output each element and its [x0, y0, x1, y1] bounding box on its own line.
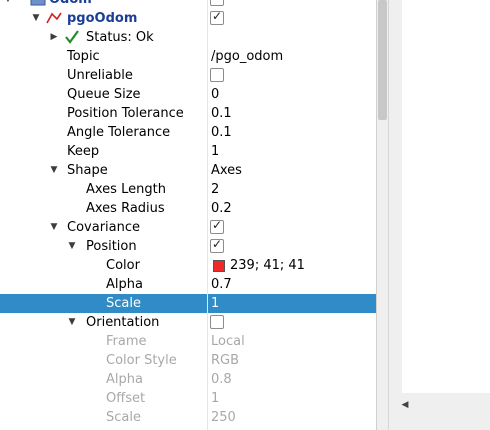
expand-arrow-icon[interactable]: ▼: [30, 9, 42, 28]
angle-tolerance-value[interactable]: 0.1: [211, 123, 232, 142]
axes-radius-value[interactable]: 0.2: [211, 199, 232, 218]
color-value[interactable]: 239; 41; 41: [230, 256, 305, 275]
keep-value[interactable]: 1: [211, 142, 219, 161]
property-name: Orientation: [86, 315, 160, 330]
pgoodom-enabled-checkbox[interactable]: ✓: [210, 9, 224, 25]
property-name: Position Tolerance: [67, 106, 184, 121]
tree-row-ori-color-style: Color Style RGB: [0, 351, 376, 370]
checkmark-icon: ✓: [211, 0, 223, 4]
tree-row-position-tolerance[interactable]: Position Tolerance 0.1: [0, 104, 376, 123]
tree-row-keep[interactable]: Keep 1: [0, 142, 376, 161]
property-name: Keep: [67, 144, 100, 159]
tree-row-ori-frame: Frame Local: [0, 332, 376, 351]
tree-row-pos-scale[interactable]: Scale 1: [0, 294, 376, 313]
tree-row-axes-length[interactable]: Axes Length 2: [0, 180, 376, 199]
status-label: Status: Ok: [86, 30, 154, 45]
tree-row-status[interactable]: ▶ Status: Ok: [0, 28, 376, 47]
position-tolerance-value[interactable]: 0.1: [211, 104, 232, 123]
property-name: Scale: [106, 296, 141, 311]
topic-value[interactable]: /pgo_odom: [211, 47, 283, 66]
checkmark-icon: ✓: [211, 237, 223, 251]
property-name: Alpha: [106, 277, 143, 292]
property-name: Axes Length: [86, 182, 166, 197]
color-style-value: RGB: [211, 353, 240, 368]
tree-row-axes-radius[interactable]: Axes Radius 0.2: [0, 199, 376, 218]
vertical-scrollbar[interactable]: [376, 0, 388, 430]
alpha-value[interactable]: 0.7: [211, 275, 232, 294]
expand-arrow-icon[interactable]: ▼: [66, 313, 78, 332]
collapsed-arrow-icon[interactable]: ▶: [48, 28, 60, 47]
column-divider[interactable]: [207, 0, 208, 430]
display-name-pgoodom: pgoOdom: [67, 11, 138, 26]
property-name: Queue Size: [67, 87, 141, 102]
tree-row-ori-scale: Scale 250: [0, 408, 376, 427]
tree-row-shape[interactable]: ▼ Shape Axes: [0, 161, 376, 180]
unreliable-checkbox[interactable]: [210, 68, 224, 82]
property-name: Alpha: [106, 372, 143, 387]
orientation-checkbox[interactable]: [210, 315, 224, 329]
tree-row-pgoodom[interactable]: ▼ pgoOdom ✓: [0, 9, 376, 28]
frame-value: Local: [211, 334, 245, 349]
property-name: Shape: [67, 163, 108, 178]
queue-size-value[interactable]: 0: [211, 85, 219, 104]
covariance-checkbox[interactable]: ✓: [210, 218, 224, 234]
tree-row-ori-offset: Offset 1: [0, 389, 376, 408]
property-name: Unreliable: [67, 68, 133, 83]
property-name: Covariance: [67, 220, 140, 235]
ori-scale-value: 250: [211, 410, 236, 425]
property-name: Color Style: [106, 353, 177, 368]
odometry-icon: [46, 10, 62, 26]
tree-row-unreliable[interactable]: Unreliable: [0, 66, 376, 85]
offset-value: 1: [211, 391, 220, 406]
color-swatch[interactable]: [213, 260, 225, 272]
tree-row-angle-tolerance[interactable]: Angle Tolerance 0.1: [0, 123, 376, 142]
checkmark-icon: ✓: [211, 218, 223, 232]
tree-row-pos-color[interactable]: Color 239; 41; 41: [0, 256, 376, 275]
tree-row-odom[interactable]: ▼ Odom ✓: [0, 0, 376, 9]
tree-row-pos-alpha[interactable]: Alpha 0.7: [0, 275, 376, 294]
property-name: Position: [86, 239, 137, 254]
scrollbar-thumb[interactable]: [378, 0, 387, 120]
property-name: Offset: [106, 391, 146, 406]
expand-arrow-icon[interactable]: ▼: [48, 161, 60, 180]
property-name: Scale: [106, 410, 141, 425]
tree-row-cov-position[interactable]: ▼ Position ✓: [0, 237, 376, 256]
axes-length-value[interactable]: 2: [211, 180, 219, 199]
tree-row-ori-alpha: Alpha 0.8: [0, 370, 376, 389]
scale-value[interactable]: 1: [211, 294, 219, 313]
checkmark-icon: ✓: [211, 9, 223, 23]
tree-row-topic[interactable]: Topic /pgo_odom: [0, 47, 376, 66]
property-name: Color: [106, 258, 140, 273]
display-folder-icon: [30, 0, 46, 7]
display-name-odom: Odom: [49, 0, 92, 9]
tree-row-queue-size[interactable]: Queue Size 0: [0, 85, 376, 104]
check-ok-icon: [64, 29, 80, 45]
property-name: Angle Tolerance: [67, 125, 171, 140]
odom-enabled-checkbox[interactable]: ✓: [210, 0, 224, 6]
side-panel-content: [402, 0, 490, 393]
tree-row-cov-orientation[interactable]: ▼ Orientation: [0, 313, 376, 332]
ori-alpha-value: 0.8: [211, 372, 232, 387]
scroll-left-arrow-icon[interactable]: ◀: [400, 396, 410, 414]
expand-arrow-icon[interactable]: ▼: [2, 0, 14, 9]
property-name: Axes Radius: [86, 201, 165, 216]
property-name: Topic: [67, 49, 100, 64]
shape-value[interactable]: Axes: [211, 161, 242, 180]
expand-arrow-icon[interactable]: ▼: [48, 218, 60, 237]
tree-row-covariance[interactable]: ▼ Covariance ✓: [0, 218, 376, 237]
position-checkbox[interactable]: ✓: [210, 237, 224, 253]
properties-tree[interactable]: ▼ Odom ✓ ▼ pgoOdom ✓ ▶ Status: Ok Topic …: [0, 0, 376, 430]
expand-arrow-icon[interactable]: ▼: [66, 237, 78, 256]
property-name: Frame: [106, 334, 147, 349]
